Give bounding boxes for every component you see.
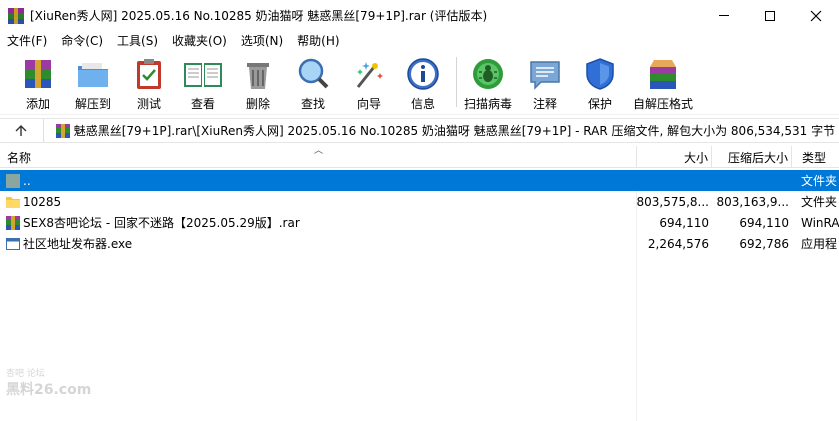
add-button[interactable]: 添加 [20, 51, 56, 115]
trash-icon [241, 57, 275, 91]
minimize-button[interactable] [701, 0, 747, 31]
file-packed-size: 803,163,9... [716, 194, 789, 209]
add-archive-icon [21, 57, 55, 91]
column-size[interactable]: 大小 [636, 146, 711, 168]
exe-icon [6, 237, 20, 251]
parent-folder-icon [6, 173, 20, 188]
file-packed-size [711, 170, 791, 191]
rar-archive-icon [6, 215, 20, 230]
view-label: 查看 [190, 97, 215, 111]
extract-folder-icon [76, 57, 110, 91]
file-name: 10285 [23, 194, 62, 209]
view-button[interactable]: 查看 [182, 51, 224, 115]
sfx-archive-icon [646, 57, 680, 91]
column-divider [636, 191, 637, 421]
file-type: WinRA [801, 215, 839, 230]
file-type: 文件夹 [801, 195, 838, 209]
maximize-button[interactable] [747, 0, 793, 31]
file-size: 694,110 [659, 215, 709, 230]
column-packed-size[interactable]: 压缩后大小 [711, 146, 791, 168]
find-label: 查找 [300, 97, 325, 111]
wizard-label: 向导 [356, 97, 381, 111]
shield-icon [583, 57, 617, 91]
sort-caret-icon: ︿ [314, 146, 324, 156]
file-list: .. 文件夹 10285 803,575,8... 803,163,9... 文… [0, 170, 839, 254]
file-type: 应用程 [801, 237, 838, 251]
toolbar: 添加 解压到 测试 查看 删除 查找 向导 信息 扫描病毒 注释 保护 自解压格… [0, 51, 839, 115]
address-bar: 魅惑黑丝[79+1P].rar\[XiuRen秀人网] 2025.05.16 N… [0, 118, 839, 143]
file-type: 文件夹 [801, 174, 838, 188]
sfx-label: 自解压格式 [632, 97, 693, 111]
test-clipboard-icon [132, 57, 166, 91]
column-name[interactable]: 名称 [7, 146, 31, 168]
wizard-wand-icon [352, 57, 386, 91]
file-row-exe[interactable]: 社区地址发布器.exe 2,264,576 692,786 应用程 [0, 233, 839, 254]
find-button[interactable]: 查找 [296, 51, 330, 115]
winrar-app-icon [8, 7, 24, 24]
close-icon [810, 10, 822, 21]
menu-file[interactable]: 文件(F) [0, 32, 54, 49]
info-icon [406, 57, 440, 91]
menu-help[interactable]: 帮助(H) [290, 32, 346, 49]
info-button[interactable]: 信息 [406, 51, 440, 115]
delete-label: 删除 [245, 97, 270, 111]
file-row-10285[interactable]: 10285 803,575,8... 803,163,9... 文件夹 [0, 191, 839, 212]
title-bar: [XiuRen秀人网] 2025.05.16 No.10285 奶油猫呀 魅惑黑… [0, 0, 839, 31]
menu-commands[interactable]: 命令(C) [54, 32, 110, 49]
window-title: [XiuRen秀人网] 2025.05.16 No.10285 奶油猫呀 魅惑黑… [30, 9, 488, 23]
file-size: 2,264,576 [647, 236, 709, 251]
sfx-button[interactable]: 自解压格式 [632, 51, 694, 115]
comment-button[interactable]: 注释 [530, 51, 560, 115]
delete-button[interactable]: 删除 [243, 51, 273, 115]
address-path[interactable]: 魅惑黑丝[79+1P].rar\[XiuRen秀人网] 2025.05.16 N… [74, 122, 839, 139]
file-name: .. [23, 173, 31, 188]
watermark-top-text: 杏吧 论坛 [6, 369, 45, 379]
test-label: 测试 [136, 97, 161, 111]
close-button[interactable] [793, 0, 839, 31]
protect-label: 保护 [587, 97, 612, 111]
maximize-icon [765, 10, 775, 21]
file-row-parent[interactable]: .. 文件夹 [0, 170, 839, 191]
scan-virus-button[interactable]: 扫描病毒 [463, 51, 513, 115]
wizard-button[interactable]: 向导 [352, 51, 386, 115]
watermark: 杏吧 论坛 黑料26.com [6, 366, 96, 402]
info-label: 信息 [410, 97, 435, 111]
file-packed-size: 694,110 [739, 215, 789, 230]
file-name: SEX8杏吧论坛 - 回家不迷路【2025.05.29版】.rar [23, 216, 300, 230]
scan-label: 扫描病毒 [463, 97, 512, 111]
minimize-icon [719, 15, 729, 16]
protect-button[interactable]: 保护 [585, 51, 615, 115]
file-name: 社区地址发布器.exe [23, 237, 133, 251]
folder-icon [6, 195, 20, 209]
file-size: 803,575,8... [636, 194, 709, 209]
menu-favorites[interactable]: 收藏夹(O) [165, 32, 234, 49]
column-type[interactable]: 类型 [791, 146, 839, 168]
rar-archive-icon [55, 123, 70, 138]
test-button[interactable]: 测试 [134, 51, 164, 115]
toolbar-separator [456, 57, 457, 107]
file-size [636, 170, 711, 191]
menu-bar: 文件(F) 命令(C) 工具(S) 收藏夹(O) 选项(N) 帮助(H) [0, 31, 839, 50]
arrow-up-icon [15, 124, 27, 136]
comment-icon [528, 57, 562, 91]
watermark-bottom-text: 黑料26.com [6, 382, 92, 398]
magnifier-icon [296, 57, 330, 91]
up-one-level-button[interactable] [0, 119, 44, 142]
virus-scan-icon [471, 57, 505, 91]
add-label: 添加 [25, 97, 50, 111]
extract-to-button[interactable]: 解压到 [73, 51, 113, 115]
extract-label: 解压到 [74, 97, 111, 111]
menu-tools[interactable]: 工具(S) [110, 32, 165, 49]
view-book-icon [182, 57, 224, 91]
file-list-header: ︿ 名称 大小 压缩后大小 类型 [0, 146, 839, 168]
comment-label: 注释 [532, 97, 557, 111]
menu-options[interactable]: 选项(N) [234, 32, 290, 49]
file-row-rar[interactable]: SEX8杏吧论坛 - 回家不迷路【2025.05.29版】.rar 694,11… [0, 212, 839, 233]
file-packed-size: 692,786 [739, 236, 789, 251]
